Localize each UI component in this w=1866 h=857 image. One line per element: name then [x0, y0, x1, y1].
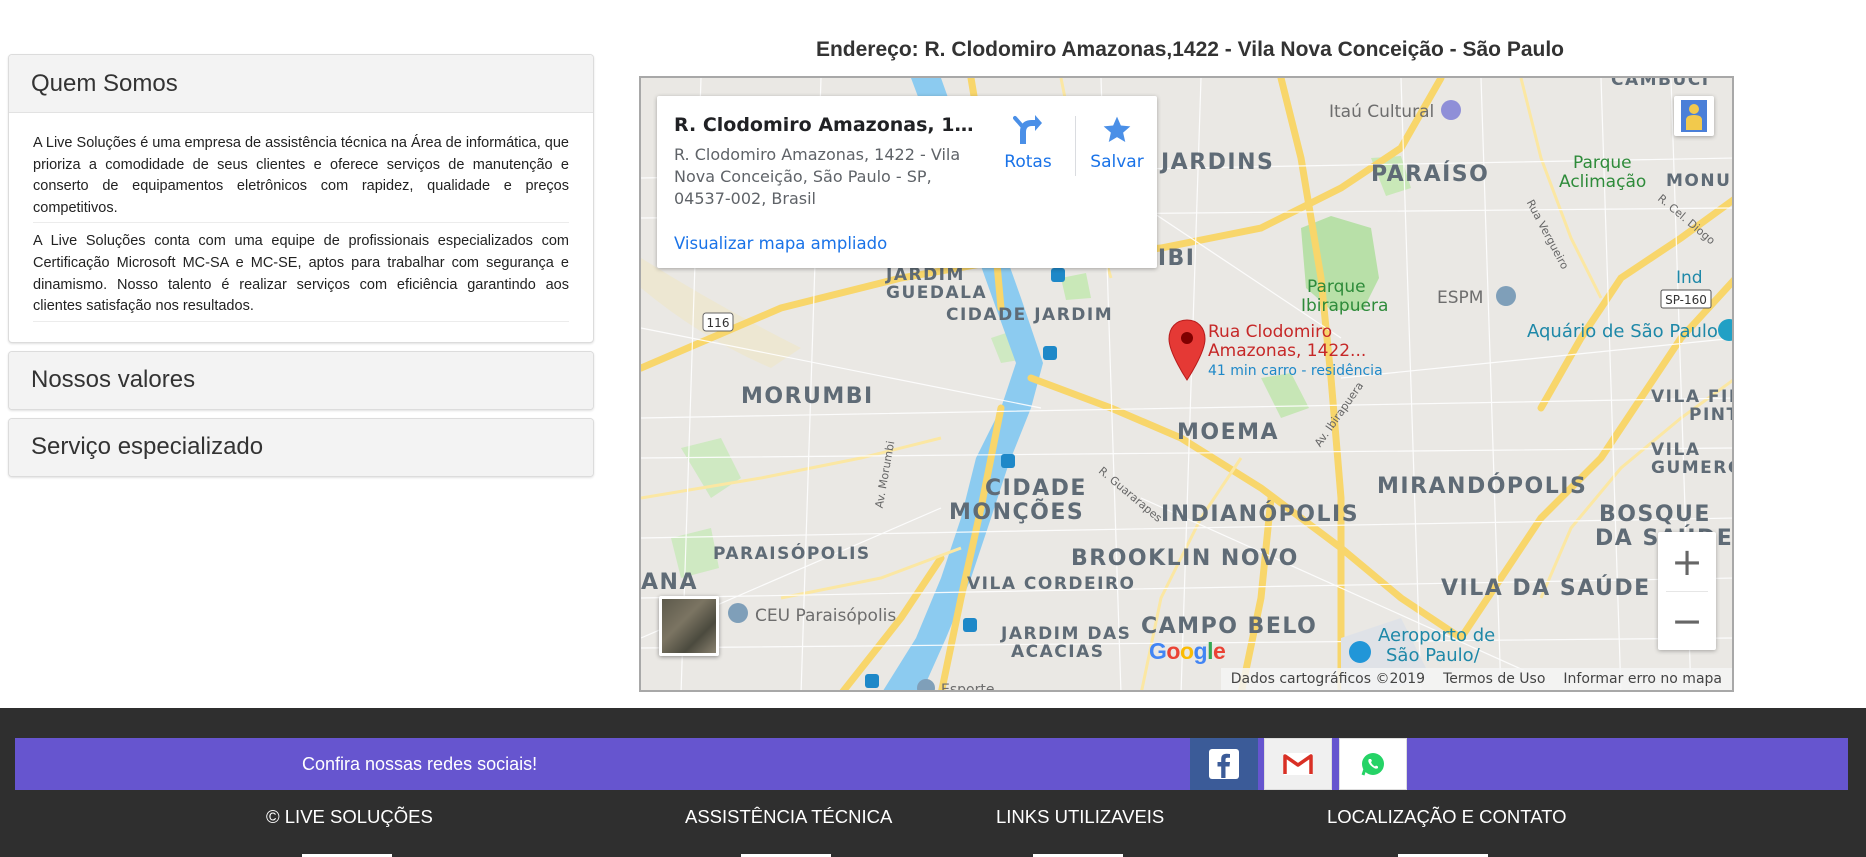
poi-label[interactable]: Aquário de São Paulo	[1527, 322, 1718, 342]
social-bar: Confira nossas redes sociais!	[15, 738, 1848, 790]
panel-header-quem-somos[interactable]: Quem Somos	[9, 55, 593, 112]
zoom-in-button[interactable]: +	[1658, 532, 1716, 591]
street-view-button[interactable]	[1674, 96, 1714, 136]
zoom-divider	[1666, 591, 1708, 592]
footer-col-title: LINKS UTILIZAVEIS	[996, 806, 1165, 827]
poi-label[interactable]: Parque	[1307, 278, 1366, 297]
panel-body-quem-somos: A Live Soluções é uma empresa de assistê…	[9, 112, 593, 342]
area-label: VILA DA SAÚDE	[1441, 576, 1651, 601]
zoom-out-button[interactable]: −	[1658, 591, 1716, 650]
terms-link[interactable]: Termos de Uso	[1443, 671, 1545, 687]
address-heading: Endereço: R. Clodomiro Amazonas,1422 - V…	[815, 38, 1565, 61]
gmail-icon	[1283, 753, 1313, 775]
place-address: R. Clodomiro Amazonas, 1422 - Vila Nova …	[674, 145, 961, 208]
area-label: VILA	[1651, 440, 1701, 460]
place-info-card: R. Clodomiro Amazonas, 1422... R. Clodom…	[657, 96, 1157, 268]
footer-col-title: © LIVE SOLUÇÕES	[266, 806, 433, 827]
area-label: JARDIM	[886, 265, 965, 285]
satellite-toggle[interactable]	[659, 596, 719, 656]
area-label: BROOKLIN NOVO	[1071, 546, 1299, 571]
area-label: CIDADE JARDIM	[946, 305, 1114, 325]
pin-travel-time: 41 min carro - residência	[1208, 363, 1383, 379]
area-label: MONÇÕES	[949, 500, 1085, 525]
accordion: Quem Somos A Live Soluções é uma empresa…	[8, 54, 594, 485]
directions-label: Rotas	[1004, 152, 1052, 172]
area-label: VILA CORDEIRO	[967, 574, 1136, 594]
save-button[interactable]: Salvar	[1082, 108, 1152, 172]
place-title: R. Clodomiro Amazonas, 1422...	[674, 114, 984, 136]
zoom-control: + −	[1658, 532, 1716, 650]
poi-label[interactable]: Ibirapuera	[1301, 297, 1388, 316]
poi-label[interactable]: Itaú Cultural	[1329, 102, 1434, 122]
view-larger-map-link[interactable]: Visualizar mapa ampliado	[674, 234, 887, 253]
facebook-button[interactable]	[1190, 738, 1258, 790]
gmail-button[interactable]	[1264, 738, 1332, 790]
poi-label[interactable]: Parque	[1573, 154, 1632, 173]
poi-label[interactable]: Esporte	[941, 682, 994, 690]
whatsapp-button[interactable]	[1339, 738, 1407, 790]
area-label: INDIANÓPOLIS	[1161, 502, 1360, 527]
street-view-icon	[1681, 100, 1707, 132]
area-label: MONU	[1666, 171, 1732, 191]
area-label: MIRANDÓPOLIS	[1377, 474, 1588, 499]
star-icon	[1082, 108, 1152, 152]
whatsapp-icon	[1361, 753, 1384, 776]
area-label: MOEMA	[1177, 420, 1280, 445]
footer-col-title: ASSISTÊNCIA TÉCNICA	[685, 806, 893, 827]
area-label: Ind	[1676, 268, 1703, 288]
area-label: MORUMBI	[741, 384, 874, 409]
footer-col-title: LOCALIZAÇÃO E CONTATO	[1327, 806, 1567, 827]
social-text: Confira nossas redes sociais!	[302, 753, 538, 774]
panel-nossos-valores: Nossos valores	[8, 350, 594, 410]
poi-label[interactable]: CEU Paraisópolis	[755, 606, 896, 626]
pin-label-line2: Amazonas, 1422...	[1208, 341, 1367, 361]
save-label: Salvar	[1090, 152, 1144, 172]
pin-label-line1: Rua Clodomiro	[1208, 322, 1333, 342]
poi-label[interactable]: Aclimação	[1559, 173, 1646, 192]
svg-text:116: 116	[707, 316, 730, 330]
area-label: JARDIM DAS	[1001, 624, 1132, 644]
location-pin-icon[interactable]	[1167, 318, 1207, 382]
panel-quem-somos: Quem Somos A Live Soluções é uma empresa…	[8, 54, 594, 343]
poi-label[interactable]: São Paulo/	[1386, 646, 1480, 666]
panel-header-nossos-valores[interactable]: Nossos valores	[9, 351, 593, 409]
embedded-map[interactable]: 116 SP-160 CAMBUCI JARDINS PARAÍSO M BIB…	[639, 76, 1734, 692]
footer: Confira nossas redes sociais! © LIVE SOL…	[0, 708, 1866, 857]
area-label: PARAISÓPOLIS	[713, 544, 871, 564]
panel-servico-especializado: Serviço especializado	[8, 417, 594, 477]
about-paragraph: A Live Soluções é uma empresa de assistê…	[33, 133, 569, 224]
area-label: GUMERCIND	[1651, 458, 1732, 478]
directions-icon	[993, 108, 1063, 152]
area-label: PINTO	[1689, 405, 1732, 425]
area-label: CIDADE	[985, 476, 1087, 501]
area-label: CAMBUCI	[1611, 76, 1710, 90]
area-label: ACACIAS	[1011, 642, 1105, 662]
report-error-link[interactable]: Informar erro no mapa	[1563, 671, 1722, 687]
area-label: PARAÍSO	[1371, 162, 1490, 187]
directions-button[interactable]: Rotas	[993, 108, 1063, 172]
area-label: BOSQUE	[1599, 502, 1711, 527]
svg-text:SP-160: SP-160	[1665, 293, 1707, 307]
area-label: ANA	[641, 570, 698, 595]
facebook-icon	[1209, 749, 1239, 779]
card-divider	[1075, 116, 1076, 176]
area-label: JARDINS	[1161, 150, 1275, 175]
about-paragraph: A Live Soluções conta com uma equipe de …	[33, 231, 569, 322]
area-label: CAMPO BELO	[1141, 614, 1318, 639]
poi-label[interactable]: Aeroporto de	[1378, 626, 1495, 646]
map-attribution: Dados cartográficos ©2019 Termos de Uso …	[1220, 668, 1732, 690]
poi-label[interactable]: ESPM	[1437, 288, 1483, 308]
panel-header-servico-especializado[interactable]: Serviço especializado	[9, 418, 593, 476]
area-label: VILA FIRMIA	[1651, 387, 1732, 407]
map-data-credit: Dados cartográficos ©2019	[1230, 671, 1426, 687]
area-label: GUEDALA	[886, 283, 988, 303]
google-logo: Google	[1149, 638, 1226, 664]
